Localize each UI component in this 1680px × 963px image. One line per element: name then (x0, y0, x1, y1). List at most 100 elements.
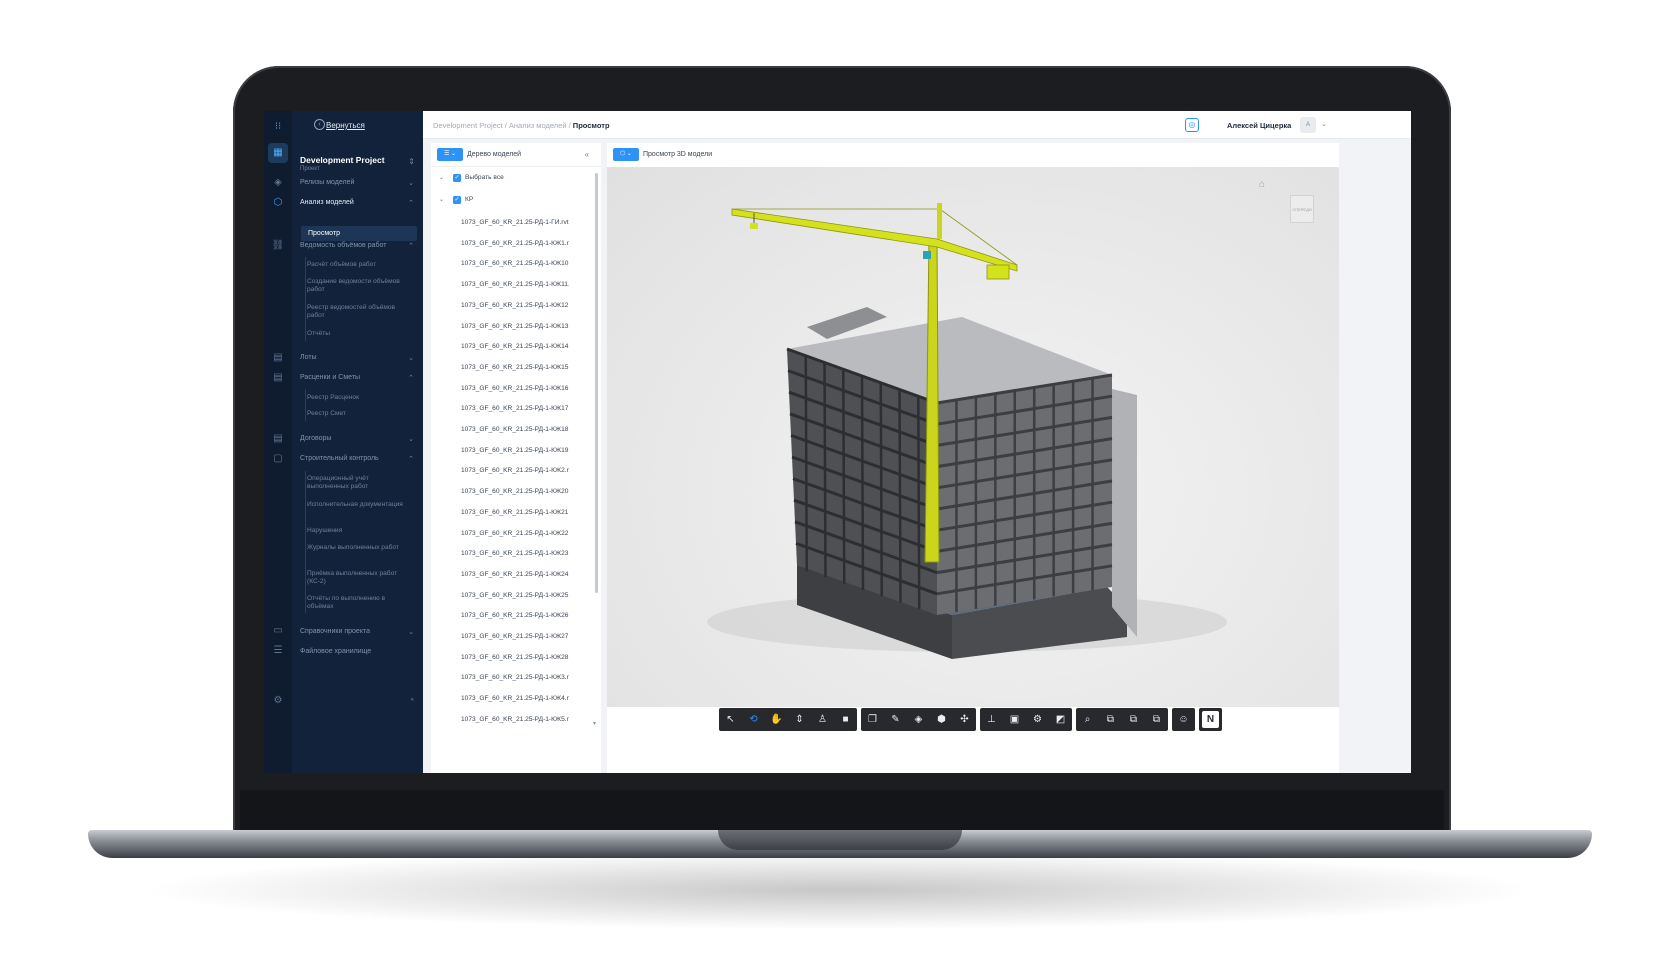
select-icon[interactable]: ↖ (722, 711, 739, 728)
model-file-item[interactable]: 1073_GF_60_KR_21.25-РД-1-КЖ5.rvt (461, 716, 569, 723)
collapse-panel-icon[interactable]: « (585, 150, 589, 159)
project-icon[interactable]: ▦ (268, 143, 288, 163)
user-name[interactable]: Алексей Цицерка (1227, 121, 1291, 130)
crumb-analysis[interactable]: Анализ моделей (509, 121, 567, 130)
model-file-item[interactable]: 1073_GF_60_KR_21.25-РД-1-КЖ22... (461, 530, 569, 537)
settings-icon[interactable]: ⚙ (270, 693, 286, 709)
nav-volume-calc[interactable]: Расчёт объёмов работ (307, 261, 407, 269)
layers-icon[interactable]: ◈ (270, 175, 286, 191)
nav-view-selected[interactable]: Просмотр (301, 226, 417, 241)
chevron-down-icon[interactable]: ⌄ (408, 179, 414, 187)
model-file-item[interactable]: 1073_GF_60_KR_21.25-РД-1-КЖ24... (461, 571, 569, 578)
nav-create-statement[interactable]: Создание ведомости объёмов работ (307, 278, 407, 294)
model-file-item[interactable]: 1073_GF_60_KR_21.25-РД-1-КЖ10... (461, 260, 569, 267)
show-all-icon[interactable]: ⧉ (1148, 711, 1165, 728)
nav-contracts[interactable]: Договоры (300, 435, 331, 442)
model-file-item[interactable]: 1073_GF_60_KR_21.25-РД-1-КЖ11... (461, 281, 569, 288)
nav-work-volumes[interactable]: Ведомость объёмов работ (300, 242, 386, 249)
home-view-icon[interactable]: ⌂ (1259, 179, 1265, 190)
nav-rates-estimates[interactable]: Расценки и Сметы (300, 374, 360, 381)
3d-canvas[interactable]: ⌂ СПЕРЕДИ ↖ ⟲ ✋ ⇕ ♙ ■ ❐ ✎ ◈ ⬢ ✣ ⊥ ▣ ⚙ ◩ … (607, 167, 1339, 731)
model-file-item[interactable]: 1073_GF_60_KR_21.25-РД-1-КЖ21... (461, 509, 569, 516)
document-icon[interactable]: ▤ (270, 350, 286, 366)
estimate-icon[interactable]: ▤ (270, 370, 286, 386)
group-row[interactable]: ⌄ ✓ КР (431, 191, 591, 209)
model-file-item[interactable]: 1073_GF_60_KR_21.25-РД-1-КЖ16... (461, 385, 569, 392)
book-icon[interactable]: ▭ (270, 623, 286, 639)
select-all-checkbox[interactable]: ✓ (453, 174, 461, 182)
model-file-item[interactable]: 1073_GF_60_KR_21.25-РД-1-КЖ27... (461, 633, 569, 640)
viewer-mode-button[interactable]: ⬡ ⌄ (613, 148, 639, 161)
scroll-down-icon[interactable]: ▾ (593, 720, 596, 727)
model-file-item[interactable]: 1073_GF_60_KR_21.25-РД-1-КЖ12... (461, 302, 569, 309)
measure-icon[interactable]: ✎ (887, 711, 904, 728)
model-file-item[interactable]: 1073_GF_60_KR_21.25-РД-1-КЖ20... (461, 488, 569, 495)
model-file-item[interactable]: 1073_GF_60_KR_21.25-РД-1-КЖ3.rvt (461, 674, 569, 681)
explode-model-icon[interactable]: ✣ (956, 711, 973, 728)
chevron-up-icon[interactable]: ⌃ (408, 455, 414, 463)
model-file-item[interactable]: 1073_GF_60_KR_21.25-РД-1-КЖ2.rvt (461, 467, 569, 474)
chevron-up-icon[interactable]: ⌃ (408, 374, 414, 382)
model-file-item[interactable]: 1073_GF_60_KR_21.25-РД-1-КЖ18... (461, 426, 569, 433)
nav-volume-reports[interactable]: Отчёты по выполнению в объёмах (307, 595, 407, 611)
chevron-down-icon[interactable]: ⌄ (439, 196, 444, 203)
model-file-item[interactable]: 1073_GF_60_KR_21.25-РД-1-ГИ.rvt (461, 219, 569, 226)
model-file-item[interactable]: 1073_GF_60_KR_21.25-РД-1-КЖ26... (461, 612, 569, 619)
user-icon[interactable]: ☺ (1175, 711, 1192, 728)
scrollbar[interactable] (595, 173, 598, 593)
model-file-item[interactable]: 1073_GF_60_KR_21.25-РД-1-КЖ19... (461, 447, 569, 454)
nav-construction-control[interactable]: Строительный контроль (300, 455, 379, 462)
model-file-item[interactable]: 1073_GF_60_KR_21.25-РД-1-КЖ1.rvt (461, 240, 569, 247)
model-file-item[interactable]: 1073_GF_60_KR_21.25-РД-1-КЖ13... (461, 323, 569, 330)
collapse-sidebar-icon[interactable]: « (411, 697, 414, 703)
properties-icon[interactable]: ▣ (1006, 711, 1023, 728)
clipboard-icon[interactable]: ▢ (270, 451, 286, 467)
support-icon[interactable]: ◎ (1185, 118, 1199, 132)
model-file-item[interactable]: 1073_GF_60_KR_21.25-РД-1-КЖ23... (461, 550, 569, 557)
link-icon[interactable]: ⛓ (270, 238, 286, 254)
nav-violations[interactable]: Нарушения (307, 527, 407, 535)
explode-icon[interactable]: ❐ (864, 711, 881, 728)
back-link[interactable]: Вернуться (326, 121, 365, 130)
nav-executive-docs[interactable]: Исполнительная документация (307, 501, 407, 509)
hide-icon[interactable]: ⧉ (1125, 711, 1142, 728)
nav-acceptance-ks2[interactable]: Приёмка выполненных работ (КС-2) (307, 570, 407, 586)
model-file-item[interactable]: 1073_GF_60_KR_21.25-РД-1-КЖ28... (461, 654, 569, 661)
nav-work-journals[interactable]: Журналы выполненных работ (307, 544, 407, 552)
settings-icon[interactable]: ⚙ (1029, 711, 1046, 728)
brand-n-icon[interactable]: N (1202, 711, 1219, 728)
chevron-down-icon[interactable]: ⌄ (408, 354, 414, 362)
nav-rates-registry[interactable]: Реестр Расценок (307, 394, 407, 402)
view-cube[interactable]: СПЕРЕДИ (1290, 195, 1314, 223)
crumb-project[interactable]: Development Project (433, 121, 503, 130)
nav-lots[interactable]: Лоты (300, 354, 317, 361)
model-file-item[interactable]: 1073_GF_60_KR_21.25-РД-1-КЖ17... (461, 405, 569, 412)
model-file-item[interactable]: 1073_GF_60_KR_21.25-РД-1-КЖ25... (461, 592, 569, 599)
orbit-icon[interactable]: ⟲ (745, 711, 762, 728)
project-switch-icon[interactable]: ⇕ (408, 157, 415, 166)
chevron-up-icon[interactable]: ⌃ (408, 242, 414, 250)
nav-file-storage[interactable]: Файловое хранилище (300, 648, 371, 655)
chevron-down-icon[interactable]: ⌄ (408, 628, 414, 636)
select-all-row[interactable]: ⌄ ✓ Выбрать все (431, 169, 591, 187)
nav-estimates-registry[interactable]: Реестр Смет (307, 410, 407, 418)
model-file-item[interactable]: 1073_GF_60_KR_21.25-РД-1-КЖ4.rvt (461, 695, 569, 702)
chevron-down-icon[interactable]: ⌄ (439, 174, 444, 181)
pan-hand-icon[interactable]: ✋ (768, 711, 785, 728)
storage-icon[interactable]: ☰ (270, 643, 286, 659)
nav-reports[interactable]: Отчёты (307, 330, 407, 338)
chevron-down-icon[interactable]: ⌄ (1321, 120, 1327, 128)
tree-mode-button[interactable]: ☰ ⌄ (437, 148, 463, 161)
dolly-icon[interactable]: ⇕ (791, 711, 808, 728)
search-icon[interactable]: ⌕ (1079, 711, 1096, 728)
structure-icon[interactable]: ⊥ (983, 711, 1000, 728)
nav-statement-registry[interactable]: Реестр ведомостей объёмов работ (307, 304, 407, 320)
grid-menu-icon[interactable]: ⁝⁝ (270, 119, 286, 135)
chevron-up-icon[interactable]: ⌃ (408, 199, 414, 207)
group-checkbox[interactable]: ✓ (453, 196, 461, 204)
back-arrow-icon[interactable]: ‹ (314, 119, 325, 130)
nav-model-releases[interactable]: Релизы моделей (300, 179, 354, 186)
contract-icon[interactable]: ▤ (270, 431, 286, 447)
model-file-item[interactable]: 1073_GF_60_KR_21.25-РД-1-КЖ15... (461, 364, 569, 371)
chevron-down-icon[interactable]: ⌄ (408, 435, 414, 443)
